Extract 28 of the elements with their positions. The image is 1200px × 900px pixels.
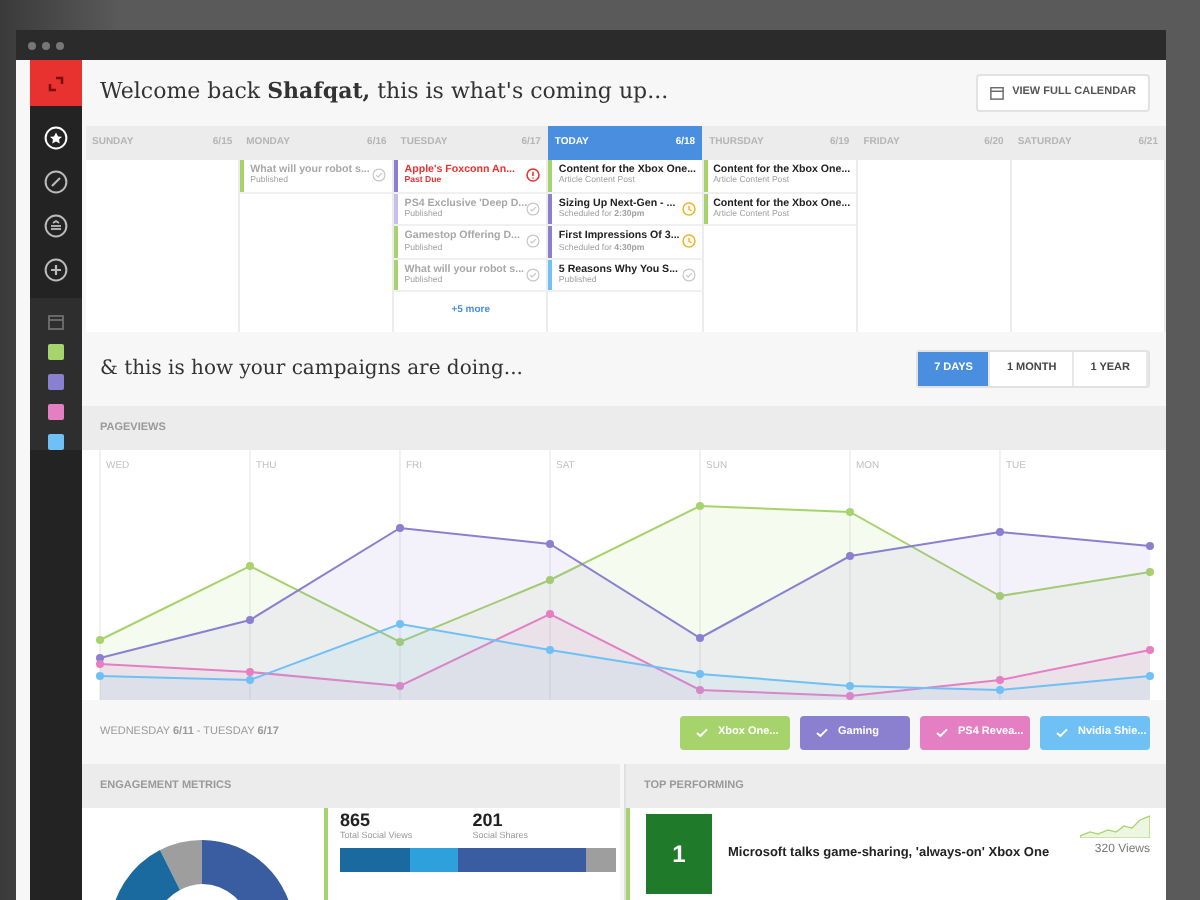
check-circle-icon — [526, 234, 541, 249]
star-icon[interactable] — [44, 126, 68, 150]
alert-circle-icon — [526, 168, 541, 183]
check-icon — [936, 727, 948, 737]
plus-icon[interactable] — [44, 258, 68, 282]
campaign-swatch[interactable] — [48, 344, 64, 360]
calendar-icon — [990, 86, 1005, 100]
campaign-swatch[interactable] — [48, 434, 64, 450]
check-icon — [816, 727, 828, 737]
stat-value: 865 — [340, 812, 373, 831]
clock-icon — [681, 201, 696, 216]
campaign-swatch[interactable] — [48, 404, 64, 420]
check-circle-icon — [681, 268, 696, 283]
rank-number: 1 — [672, 838, 686, 872]
check-circle-icon — [372, 168, 387, 183]
check-icon — [1056, 727, 1068, 737]
check-circle-icon — [526, 201, 541, 216]
sparkline-drawing — [1080, 814, 1150, 838]
pencil-icon[interactable] — [44, 170, 68, 194]
check-circle-icon — [526, 268, 541, 283]
check-icon — [696, 727, 708, 737]
stat-value: 201 — [472, 812, 505, 831]
calendar-icon[interactable] — [48, 314, 64, 330]
tray-icon[interactable] — [44, 214, 68, 238]
welcome-heading: Welcome back Shafqat, this is what's coming up... — [100, 76, 669, 109]
clock-icon — [681, 234, 696, 249]
campaign-swatch[interactable] — [48, 374, 64, 390]
campaigns-heading: & this is how your campaigns are doing... — [100, 356, 523, 384]
